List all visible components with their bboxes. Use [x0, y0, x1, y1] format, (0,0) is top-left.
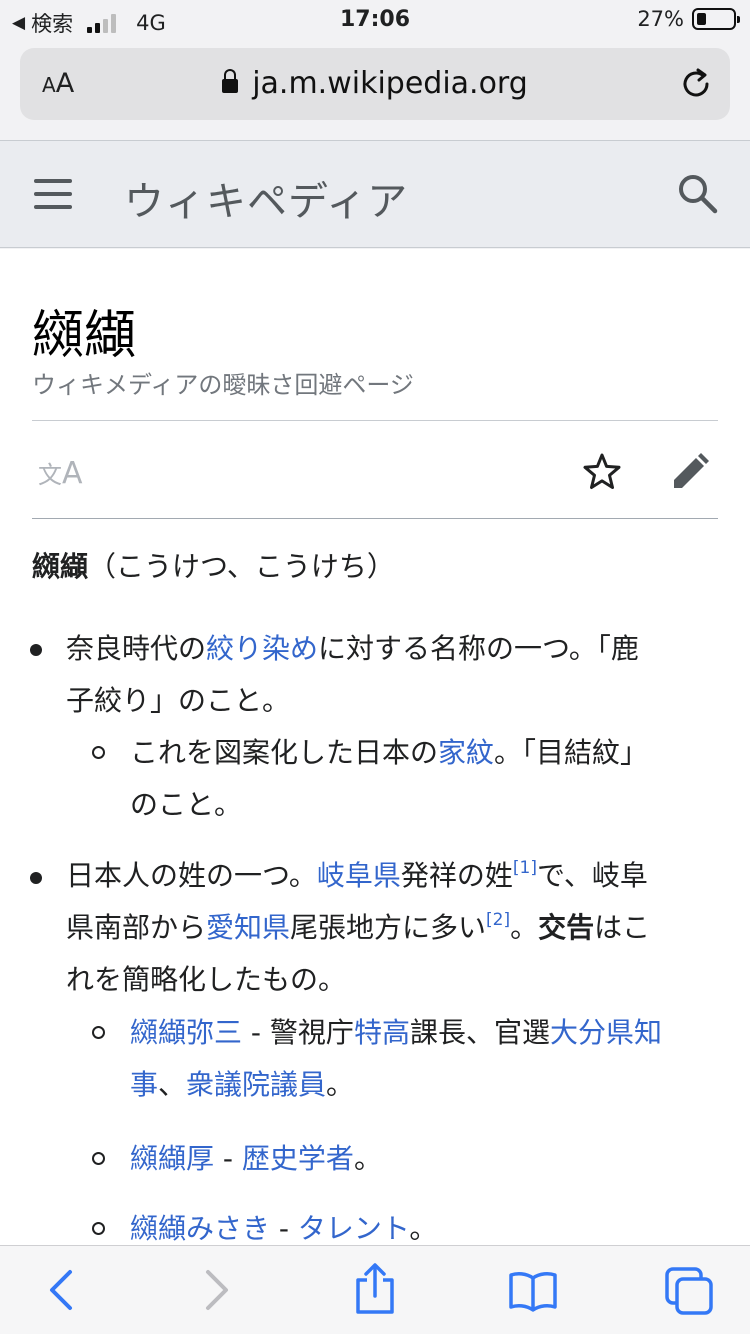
article-content: 纐纈 ウィキメディアの曖昧さ回避ページ 文A 纐纈（こうけつ、こうけち） 奈良時…	[0, 249, 750, 1245]
lead-paragraph: 纐纈（こうけつ、こうけち）	[32, 545, 395, 585]
url-text: ja.m.wikipedia.org	[252, 66, 528, 101]
language-icon[interactable]: 文A	[38, 455, 83, 491]
divider	[32, 420, 718, 421]
menu-icon[interactable]	[34, 179, 72, 209]
address-bar[interactable]: AA ja.m.wikipedia.org	[20, 48, 730, 120]
page-tagline: ウィキメディアの曖昧さ回避ページ	[32, 371, 414, 399]
search-icon[interactable]	[676, 172, 720, 216]
site-header: ウィキペディア	[0, 140, 750, 248]
list-item: 奈良時代の絞り染めに対する名称の一つ。「鹿 子絞り」のこと。	[66, 632, 639, 717]
link-person-misaki[interactable]: 纐纈みさき	[130, 1212, 270, 1245]
list-item: これを図案化した日本の家紋。「目結紋」 のこと。	[130, 736, 649, 821]
link-talent[interactable]: タレント	[298, 1212, 409, 1245]
link-aichi[interactable]: 愛知県	[206, 911, 290, 944]
forward-icon	[206, 1270, 228, 1310]
page-title: 纐纈	[32, 306, 137, 366]
url-display[interactable]: ja.m.wikipedia.org	[20, 66, 730, 101]
list-item: 日本人の姓の一つ。岐阜県発祥の姓[1]で、岐阜 県南部から愛知県尾張地方に多い[…	[66, 858, 651, 996]
link-tokko[interactable]: 特高	[354, 1016, 410, 1049]
star-icon[interactable]	[582, 452, 622, 492]
ref-1[interactable]: [1]	[513, 858, 537, 878]
link-oita-governor[interactable]: 大分県知	[550, 1016, 662, 1049]
bullet-icon	[30, 872, 42, 884]
lock-icon	[222, 69, 239, 93]
sub-bullet-icon	[92, 1222, 105, 1235]
sub-bullet-icon	[92, 746, 105, 759]
sub-bullet-icon	[92, 1026, 105, 1039]
link-oita-governor-2[interactable]: 事	[130, 1068, 158, 1101]
lead-reading: （こうけつ、こうけち）	[88, 550, 395, 583]
status-right: 27%	[637, 7, 740, 31]
battery-percent: 27%	[637, 7, 684, 31]
lead-term: 纐纈	[32, 550, 89, 583]
list-item: 纐纈厚 - 歴史学者。	[130, 1142, 382, 1175]
back-icon[interactable]	[44, 1266, 78, 1314]
link-shibori[interactable]: 絞り染め	[206, 632, 318, 665]
bookmarks-icon[interactable]	[508, 1270, 558, 1312]
site-title[interactable]: ウィキペディア	[124, 169, 408, 227]
list-item: 纐纈弥三 - 警視庁特高課長、官選大分県知 事、衆議院議員。	[130, 1016, 662, 1101]
battery-icon	[692, 8, 740, 30]
sub-bullet-icon	[92, 1152, 105, 1165]
ref-2[interactable]: [2]	[486, 910, 510, 930]
link-person-yazo[interactable]: 纐纈弥三	[130, 1016, 242, 1049]
link-historian[interactable]: 歴史学者	[242, 1142, 354, 1175]
link-house-rep[interactable]: 衆議院議員	[186, 1068, 326, 1101]
bullet-icon	[30, 644, 42, 656]
reload-icon[interactable]	[678, 66, 714, 102]
divider	[32, 518, 718, 519]
status-bar: ◀ 検索 4G 17:06 27%	[0, 0, 750, 40]
browser-toolbar	[0, 1245, 750, 1334]
link-gifu[interactable]: 岐阜県	[317, 859, 401, 892]
share-icon[interactable]	[352, 1262, 398, 1316]
edit-icon[interactable]	[670, 452, 710, 492]
link-person-atsushi[interactable]: 纐纈厚	[130, 1142, 214, 1175]
tabs-icon[interactable]	[664, 1266, 714, 1316]
link-kamon[interactable]: 家紋	[438, 736, 494, 769]
